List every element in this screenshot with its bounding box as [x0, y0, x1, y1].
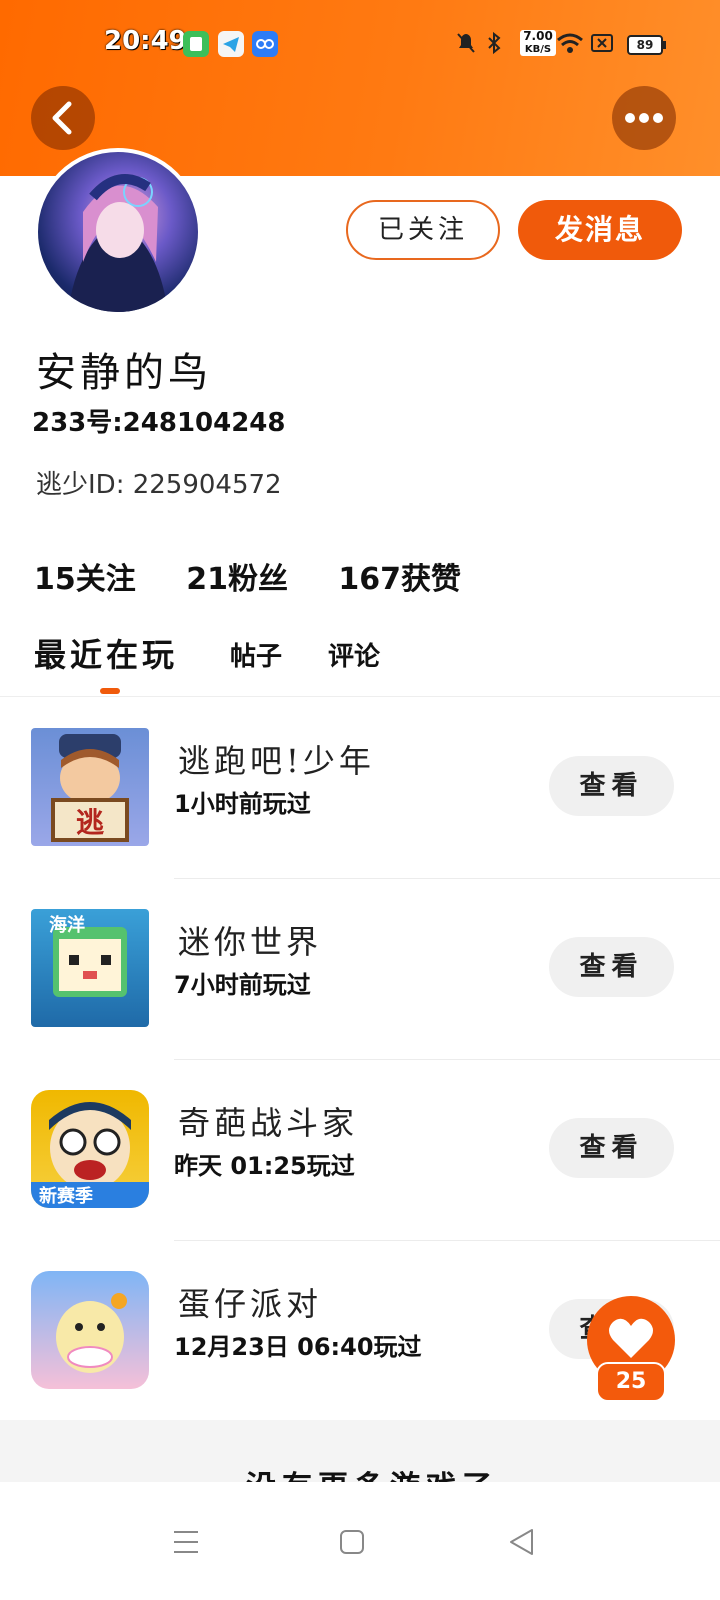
more-dots-icon: [625, 113, 663, 123]
wifi-icon: [556, 30, 584, 60]
no-more-games-text: 没有更多游戏了: [246, 1462, 498, 1482]
svg-text:新赛季: 新赛季: [39, 1185, 93, 1207]
menu-icon: [174, 1531, 198, 1553]
fans-count[interactable]: 21粉丝: [186, 562, 288, 597]
avatar[interactable]: [34, 148, 202, 316]
speed-unit: KB/S: [524, 44, 552, 55]
svg-text:海洋: 海洋: [49, 914, 85, 936]
tab-comments[interactable]: 评论: [328, 636, 380, 673]
system-navigation-bar: [0, 1482, 720, 1600]
home-square-icon: [340, 1530, 364, 1554]
mini-world-icon: 海洋: [31, 909, 149, 1027]
odd-fighter-icon: 新赛季: [31, 1090, 149, 1208]
last-played: 1小时前玩过: [174, 790, 311, 818]
game-name: 迷你世界: [178, 923, 323, 961]
game-list-item[interactable]: 海洋 迷你世界 7小时前玩过 查看: [0, 879, 720, 1060]
game-list-item[interactable]: 新赛季 奇葩战斗家 昨天 01:25玩过 查看: [0, 1060, 720, 1241]
last-played: 昨天 01:25玩过: [174, 1152, 355, 1180]
avatar-illustration: [68, 174, 168, 312]
account-233-id: 233号:248104248: [32, 408, 286, 438]
escape-id: 逃少ID: 225904572: [36, 470, 282, 500]
home-nav-button[interactable]: [332, 1522, 372, 1562]
likes-count: 167获赞: [338, 562, 462, 597]
back-button[interactable]: [31, 86, 95, 150]
menu-nav-button[interactable]: [166, 1522, 206, 1562]
bluetooth-icon: [485, 30, 503, 60]
link-app-icon: [252, 31, 278, 57]
view-button[interactable]: 查看: [549, 756, 674, 816]
game-name: 奇葩战斗家: [178, 1104, 359, 1142]
no-sim-icon: [590, 30, 614, 60]
following-button[interactable]: 已关注: [346, 200, 500, 260]
list-footer: 没有更多游戏了: [0, 1420, 720, 1482]
last-played: 7小时前玩过: [174, 971, 311, 999]
back-nav-button[interactable]: [502, 1522, 542, 1562]
app-notification-icon: [183, 31, 209, 57]
tab-recently-played[interactable]: 最近在玩: [34, 630, 178, 676]
view-button[interactable]: 查看: [549, 1118, 674, 1178]
eggy-party-icon: [31, 1271, 149, 1389]
last-played: 12月23日 06:40玩过: [174, 1333, 422, 1361]
game-list-item[interactable]: 逃 逃跑吧!少年 1小时前玩过 查看: [0, 698, 720, 879]
battery-indicator: 89: [627, 35, 666, 55]
profile-stats: 15关注 21粉丝 167获赞: [34, 554, 501, 598]
active-tab-indicator: [100, 688, 120, 694]
view-button[interactable]: 查看: [549, 937, 674, 997]
game-name: 逃跑吧!少年: [178, 742, 375, 780]
following-count[interactable]: 15关注: [34, 562, 136, 597]
username: 安静的鸟: [36, 350, 212, 396]
tabs-divider: [0, 696, 720, 697]
svg-text:逃: 逃: [76, 806, 104, 839]
chevron-left-icon: [52, 101, 72, 135]
like-count-badge: 25: [596, 1362, 666, 1402]
speed-value: 7.00: [523, 29, 553, 43]
more-options-button[interactable]: [612, 86, 676, 150]
escape-game-icon: 逃: [31, 728, 149, 846]
game-name: 蛋仔派对: [178, 1285, 323, 1323]
send-message-button[interactable]: 发消息: [518, 200, 682, 260]
telegram-icon: [218, 31, 244, 57]
status-bar: 20:49 7.00 KB/S 89: [0, 0, 720, 90]
mute-bell-icon: [455, 30, 477, 60]
network-speed: 7.00 KB/S: [520, 30, 556, 56]
tab-posts[interactable]: 帖子: [230, 636, 282, 673]
status-time: 20:49: [104, 26, 187, 56]
back-triangle-icon: [510, 1529, 533, 1555]
